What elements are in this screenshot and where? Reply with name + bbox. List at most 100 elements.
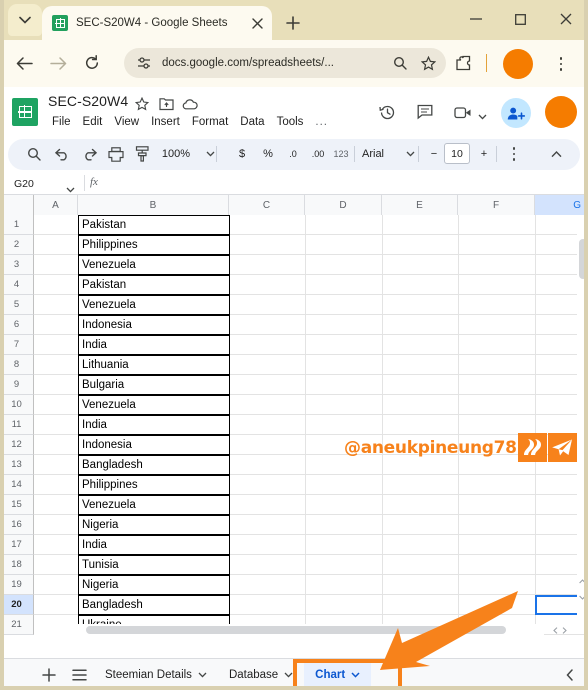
vertical-scrollbar-thumb[interactable] (578, 239, 587, 279)
three-dots-vertical-icon[interactable] (548, 51, 574, 77)
scroll-left-arrow-icon[interactable] (553, 621, 558, 636)
window-close-button[interactable] (543, 0, 588, 38)
print-icon[interactable] (104, 142, 128, 166)
chevron-down-icon[interactable] (478, 107, 487, 125)
cell-b19[interactable]: Nigeria (78, 575, 230, 595)
cell-b7[interactable]: India (78, 335, 230, 355)
cell-b12[interactable]: Indonesia (78, 435, 230, 455)
row-header[interactable]: 14 (0, 475, 34, 495)
forward-arrow-icon[interactable] (44, 49, 72, 77)
close-tab-icon[interactable] (248, 14, 266, 32)
cloud-saved-icon[interactable] (181, 95, 199, 113)
document-title[interactable]: SEC-S20W4 (48, 93, 128, 109)
cell-b17[interactable]: India (78, 535, 230, 555)
cell-b11[interactable]: India (78, 415, 230, 435)
cell-b15[interactable]: Venezuela (78, 495, 230, 515)
zoom-level-selector[interactable]: 100% (152, 142, 200, 166)
row-header[interactable]: 17 (0, 535, 34, 555)
collapse-toolbar-icon[interactable] (544, 142, 568, 166)
meet-video-icon[interactable] (450, 99, 476, 125)
select-all-corner[interactable] (0, 195, 34, 215)
scroll-right-arrow-icon[interactable] (562, 621, 567, 636)
row-header[interactable]: 13 (0, 455, 34, 475)
decrease-decimal-button[interactable]: .0 (282, 142, 304, 166)
horizontal-scrollbar-thumb[interactable] (86, 625, 506, 634)
menu-file[interactable]: File (46, 114, 77, 130)
cell-b14[interactable]: Philippines (78, 475, 230, 495)
menu-data[interactable]: Data (234, 114, 270, 130)
row-header[interactable]: 18 (0, 555, 34, 575)
currency-format-button[interactable]: $ (232, 142, 252, 166)
cell-b8[interactable]: Lithuania (78, 355, 230, 375)
font-size-increase-button[interactable]: + (474, 142, 494, 166)
toolbar-search-icon[interactable] (22, 142, 46, 166)
row-header[interactable]: 3 (0, 255, 34, 275)
row-header[interactable]: 16 (0, 515, 34, 535)
row-header[interactable]: 20 (0, 595, 34, 615)
font-size-decrease-button[interactable]: − (424, 142, 444, 166)
account-avatar[interactable] (545, 96, 577, 128)
new-tab-button[interactable] (280, 10, 306, 36)
horizontal-scrollbar[interactable] (34, 624, 544, 635)
row-header[interactable]: 19 (0, 575, 34, 595)
search-icon[interactable] (390, 53, 410, 73)
reload-icon[interactable] (78, 49, 106, 77)
cell-b6[interactable]: Indonesia (78, 315, 230, 335)
vertical-scrollbar[interactable] (577, 215, 588, 623)
increase-decimal-button[interactable]: .00 (306, 142, 330, 166)
star-icon[interactable] (133, 95, 151, 113)
share-button[interactable] (501, 98, 531, 128)
window-minimize-button[interactable] (453, 0, 498, 38)
formula-input[interactable] (112, 174, 584, 193)
sheet-tabs-scroll-left-icon[interactable] (560, 666, 580, 684)
cell-b18[interactable]: Tunisia (78, 555, 230, 575)
menu-tools[interactable]: Tools (271, 114, 310, 130)
move-to-folder-icon[interactable] (157, 95, 175, 113)
cell-b9[interactable]: Bulgaria (78, 375, 230, 395)
version-history-icon[interactable] (374, 99, 400, 125)
scroll-up-arrow-icon[interactable] (577, 576, 587, 586)
column-header-c[interactable]: C (229, 195, 305, 215)
cell-b4[interactable]: Pakistan (78, 275, 230, 295)
column-header-f[interactable]: F (458, 195, 535, 215)
cell-b2[interactable]: Philippines (78, 235, 230, 255)
menu-format[interactable]: Format (186, 114, 234, 130)
address-bar[interactable]: docs.google.com/spreadsheets/... (124, 48, 446, 78)
browser-tab[interactable]: SEC-S20W4 - Google Sheets (42, 6, 272, 40)
row-header[interactable]: 21 (0, 615, 34, 635)
row-header[interactable]: 1 (0, 215, 34, 235)
cell-b3[interactable]: Venezuela (78, 255, 230, 275)
sheet-tab-chart[interactable]: Chart (304, 658, 372, 690)
row-header[interactable]: 2 (0, 235, 34, 255)
cell-b1[interactable]: Pakistan (78, 215, 230, 235)
chevron-down-icon[interactable] (284, 669, 293, 681)
row-header[interactable]: 6 (0, 315, 34, 335)
profile-avatar[interactable] (503, 49, 533, 79)
more-formats-button[interactable]: 123 (330, 142, 352, 166)
cell-b13[interactable]: Bangladesh (78, 455, 230, 475)
tab-search-button[interactable] (8, 4, 42, 36)
column-header-d[interactable]: D (305, 195, 382, 215)
row-header[interactable]: 12 (0, 435, 34, 455)
extensions-puzzle-icon[interactable] (452, 52, 474, 74)
sheet-tab-database[interactable]: Database (218, 659, 304, 690)
star-icon[interactable] (418, 53, 438, 73)
column-header-g[interactable]: G (535, 195, 588, 215)
cell-b20[interactable]: Bangladesh (78, 595, 230, 615)
percent-format-button[interactable]: % (258, 142, 278, 166)
menu-insert[interactable]: Insert (145, 114, 186, 130)
menu-view[interactable]: View (108, 114, 145, 130)
menu-edit[interactable]: Edit (77, 114, 109, 130)
cell-b10[interactable]: Venezuela (78, 395, 230, 415)
window-maximize-button[interactable] (498, 0, 543, 38)
row-header[interactable]: 10 (0, 395, 34, 415)
cell-b5[interactable]: Venezuela (78, 295, 230, 315)
row-header[interactable]: 11 (0, 415, 34, 435)
sheet-tab-steemian-details[interactable]: Steemian Details (94, 659, 218, 690)
column-header-a[interactable]: A (34, 195, 78, 215)
row-header[interactable]: 4 (0, 275, 34, 295)
comment-icon[interactable] (412, 99, 438, 125)
menu-overflow[interactable]: ... (309, 114, 334, 130)
add-sheet-button[interactable] (34, 660, 64, 690)
paint-format-icon[interactable] (130, 142, 154, 166)
